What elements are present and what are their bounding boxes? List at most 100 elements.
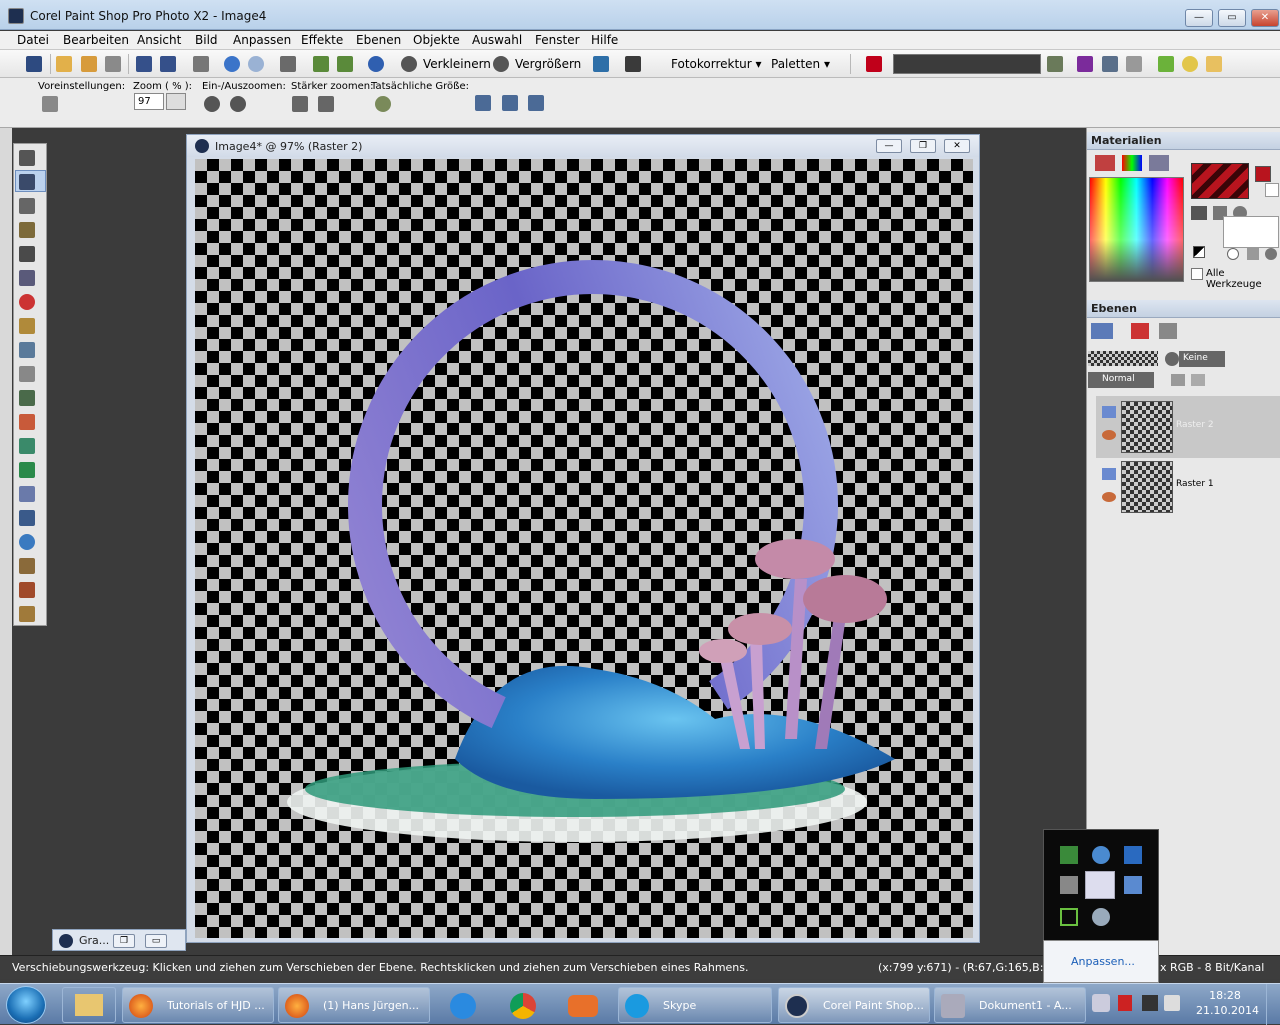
menu-ansicht[interactable]: Ansicht: [137, 33, 181, 47]
redo-icon[interactable]: [248, 56, 264, 72]
bg-gradient-icon[interactable]: [1227, 248, 1239, 260]
flag-icon[interactable]: [1118, 995, 1132, 1011]
show-desktop-button[interactable]: [1266, 984, 1280, 1025]
open-folder-icon[interactable]: [56, 56, 72, 72]
foreground-swatch[interactable]: [1191, 163, 1249, 199]
new-layer-icon[interactable]: [1091, 323, 1113, 339]
tray-check-icon[interactable]: [1060, 846, 1078, 864]
photofix-dropdown[interactable]: Fotokorrektur ▾: [671, 57, 762, 71]
taskbar-firefox-1[interactable]: Tutorials of HJD ...: [122, 987, 274, 1023]
menu-anpassen[interactable]: Anpassen: [233, 33, 291, 47]
scratch-remover-icon[interactable]: [19, 366, 35, 382]
blend-mode-dropdown[interactable]: Normal: [1088, 372, 1154, 388]
minimize-button[interactable]: —: [1185, 9, 1213, 27]
camera-icon[interactable]: [1102, 56, 1118, 72]
opacity-slider[interactable]: [1088, 351, 1158, 366]
materials-header[interactable]: Materialien: [1087, 132, 1280, 150]
search-icon[interactable]: [1047, 56, 1063, 72]
undo-icon[interactable]: [224, 56, 240, 72]
photo-icon[interactable]: [313, 56, 329, 72]
menu-datei[interactable]: Datei: [17, 33, 49, 47]
color-replacer-icon[interactable]: [19, 438, 35, 454]
swatches-tab-icon[interactable]: [1149, 155, 1169, 171]
default-colors-icon[interactable]: [1193, 246, 1205, 258]
fit-image-icon[interactable]: [502, 95, 518, 111]
music-icon[interactable]: [1158, 56, 1174, 72]
customize-link[interactable]: Anpassen...: [1071, 955, 1135, 968]
tray-drive-icon[interactable]: [1092, 908, 1110, 926]
zoom-out-icon[interactable]: [401, 56, 417, 72]
pen-tool-icon[interactable]: [19, 558, 35, 574]
makeover-tool-icon[interactable]: [19, 318, 35, 334]
mask-dropdown[interactable]: Keine: [1179, 351, 1225, 367]
move-tool-icon[interactable]: [19, 174, 35, 190]
display-mode-icon[interactable]: [625, 56, 641, 72]
taskbar-paintshop[interactable]: Corel Paint Shop...: [778, 987, 930, 1023]
shape-tool-icon[interactable]: [19, 534, 35, 550]
yahoo-icon[interactable]: [866, 56, 882, 72]
menu-bild[interactable]: Bild: [195, 33, 218, 47]
selection-tool-icon[interactable]: [19, 198, 35, 214]
zoom-out-small-icon[interactable]: [230, 96, 246, 112]
tray-expand-icon[interactable]: [1092, 994, 1110, 1012]
delete-layer-icon[interactable]: [1131, 323, 1149, 339]
menu-ebenen[interactable]: Ebenen: [356, 33, 401, 47]
bg-color-swatch-small[interactable]: [1265, 183, 1279, 197]
zoom-less-icon[interactable]: [318, 96, 334, 112]
zoom-more-icon[interactable]: [292, 96, 308, 112]
magic-wand-tool-icon[interactable]: [19, 222, 35, 238]
straighten-tool-icon[interactable]: [19, 270, 35, 286]
layer-group-icon[interactable]: [1102, 468, 1116, 480]
browse-icon[interactable]: [81, 56, 97, 72]
palettes-dropdown[interactable]: Paletten ▾: [771, 57, 830, 71]
menu-hilfe[interactable]: Hilfe: [591, 33, 618, 47]
clock[interactable]: 18:28 21.10.2014: [1196, 988, 1259, 1018]
rainbow-tab-icon[interactable]: [1122, 155, 1142, 171]
image-close-button[interactable]: ✕: [944, 139, 970, 153]
layer-row-raster-1[interactable]: Raster 1: [1096, 458, 1280, 516]
layer-effects-icon[interactable]: [1159, 323, 1177, 339]
taskbar-ie[interactable]: [436, 987, 490, 1023]
screen-icon[interactable]: [593, 56, 609, 72]
fit-window-icon[interactable]: [475, 95, 491, 111]
start-button[interactable]: [6, 986, 46, 1024]
taskbar-skype[interactable]: Skype: [618, 987, 772, 1023]
dodge-tool-icon[interactable]: [19, 390, 35, 406]
taskbar-mail[interactable]: [556, 987, 610, 1023]
layers-header[interactable]: Ebenen: [1087, 300, 1280, 318]
pencil-icon[interactable]: [1126, 56, 1142, 72]
restore-icon[interactable]: ❐: [113, 934, 135, 948]
menu-objekte[interactable]: Objekte: [413, 33, 460, 47]
brush-mask-icon[interactable]: [1165, 352, 1179, 366]
presets-move-icon[interactable]: [42, 96, 58, 112]
taskbar-explorer[interactable]: [62, 987, 116, 1023]
minimized-image-window[interactable]: Gra... ❐ ▭: [52, 929, 186, 951]
pan-tool-icon[interactable]: [19, 150, 35, 166]
bg-transparent-icon[interactable]: [1265, 248, 1277, 260]
layer-row-raster-2[interactable]: Raster 2: [1096, 396, 1280, 458]
image-window[interactable]: Image4* @ 97% (Raster 2) — ❐ ✕: [186, 134, 980, 943]
new-file-icon[interactable]: [26, 56, 42, 72]
all-tools-checkbox[interactable]: [1191, 268, 1203, 280]
print-icon[interactable]: [193, 56, 209, 72]
photo-share-icon[interactable]: [337, 56, 353, 72]
background-swatch[interactable]: [1223, 216, 1279, 248]
flood-fill-icon[interactable]: [19, 462, 35, 478]
visibility-eye-icon[interactable]: [1102, 492, 1116, 502]
bg-texture-icon[interactable]: [1247, 248, 1259, 260]
lock-icon[interactable]: [1191, 374, 1205, 386]
taskbar-firefox-2[interactable]: (1) Hans Jürgen...: [278, 987, 430, 1023]
tray-settings-icon[interactable]: [1124, 876, 1142, 894]
zoom-in-small-icon[interactable]: [204, 96, 220, 112]
zoom-in-icon[interactable]: [493, 56, 509, 72]
save-icon[interactable]: [136, 56, 152, 72]
fit-screen-icon[interactable]: [528, 95, 544, 111]
paint-brush-icon[interactable]: [19, 414, 35, 430]
taskbar-chrome[interactable]: [496, 987, 550, 1023]
tray-network-icon[interactable]: [1124, 846, 1142, 864]
crop-icon[interactable]: [280, 56, 296, 72]
save-as-icon[interactable]: [160, 56, 176, 72]
crop-tool-icon[interactable]: [19, 246, 35, 262]
zoom-spinner[interactable]: [166, 93, 186, 110]
frame-tab-icon[interactable]: [1095, 155, 1115, 171]
